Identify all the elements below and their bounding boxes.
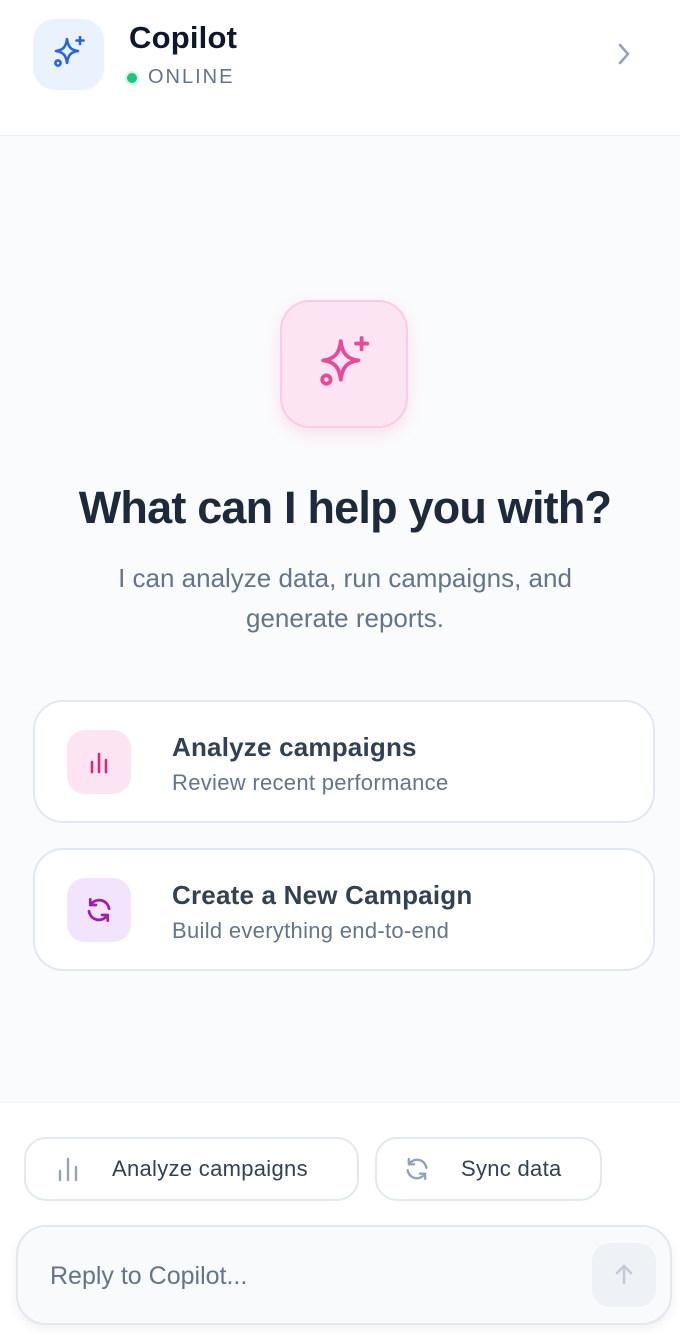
online-dot bbox=[125, 70, 139, 85]
bottom-bar: Analyze campaigns Sync data bbox=[0, 1102, 680, 1342]
hero-subtitle: I can analyze data, run campaigns, and g… bbox=[118, 563, 572, 633]
arrow-up-icon bbox=[611, 1261, 637, 1290]
chevron-right-icon[interactable] bbox=[608, 38, 640, 70]
bar-chart-icon bbox=[54, 1155, 82, 1183]
header: Copilot ONLINE bbox=[0, 0, 680, 136]
send-button[interactable] bbox=[592, 1243, 656, 1307]
action-card-create-campaign[interactable]: Create a New Campaign Build everything e… bbox=[33, 848, 655, 971]
action-card-analyze-campaigns[interactable]: Analyze campaigns Review recent performa… bbox=[33, 700, 655, 823]
composer bbox=[16, 1225, 672, 1325]
copilot-app: Copilot ONLINE What can I help you with?… bbox=[0, 0, 680, 1342]
action-card-title: Analyze campaigns bbox=[172, 732, 417, 762]
quick-action-label: Analyze campaigns bbox=[112, 1156, 308, 1181]
action-card-subtitle: Build everything end-to-end bbox=[172, 918, 450, 943]
quick-action-sync-data[interactable]: Sync data bbox=[375, 1137, 602, 1201]
sparkles-icon bbox=[49, 32, 89, 77]
status-text: ONLINE bbox=[148, 66, 235, 88]
quick-action-analyze-campaigns[interactable]: Analyze campaigns bbox=[24, 1137, 359, 1201]
refresh-icon bbox=[67, 878, 131, 942]
action-card-title: Create a New Campaign bbox=[172, 880, 473, 910]
sparkles-icon bbox=[312, 330, 376, 399]
header-title: Copilot bbox=[129, 20, 238, 55]
hero-title: What can I help you with? bbox=[78, 482, 612, 533]
quick-action-label: Sync data bbox=[461, 1156, 562, 1181]
refresh-icon bbox=[403, 1155, 431, 1183]
hero-sparkles-badge bbox=[280, 300, 408, 428]
action-card-subtitle: Review recent performance bbox=[172, 770, 449, 795]
reply-input[interactable] bbox=[50, 1253, 570, 1299]
copilot-logo bbox=[33, 19, 104, 90]
status-indicator: ONLINE bbox=[125, 66, 234, 89]
bar-chart-icon bbox=[67, 730, 131, 794]
